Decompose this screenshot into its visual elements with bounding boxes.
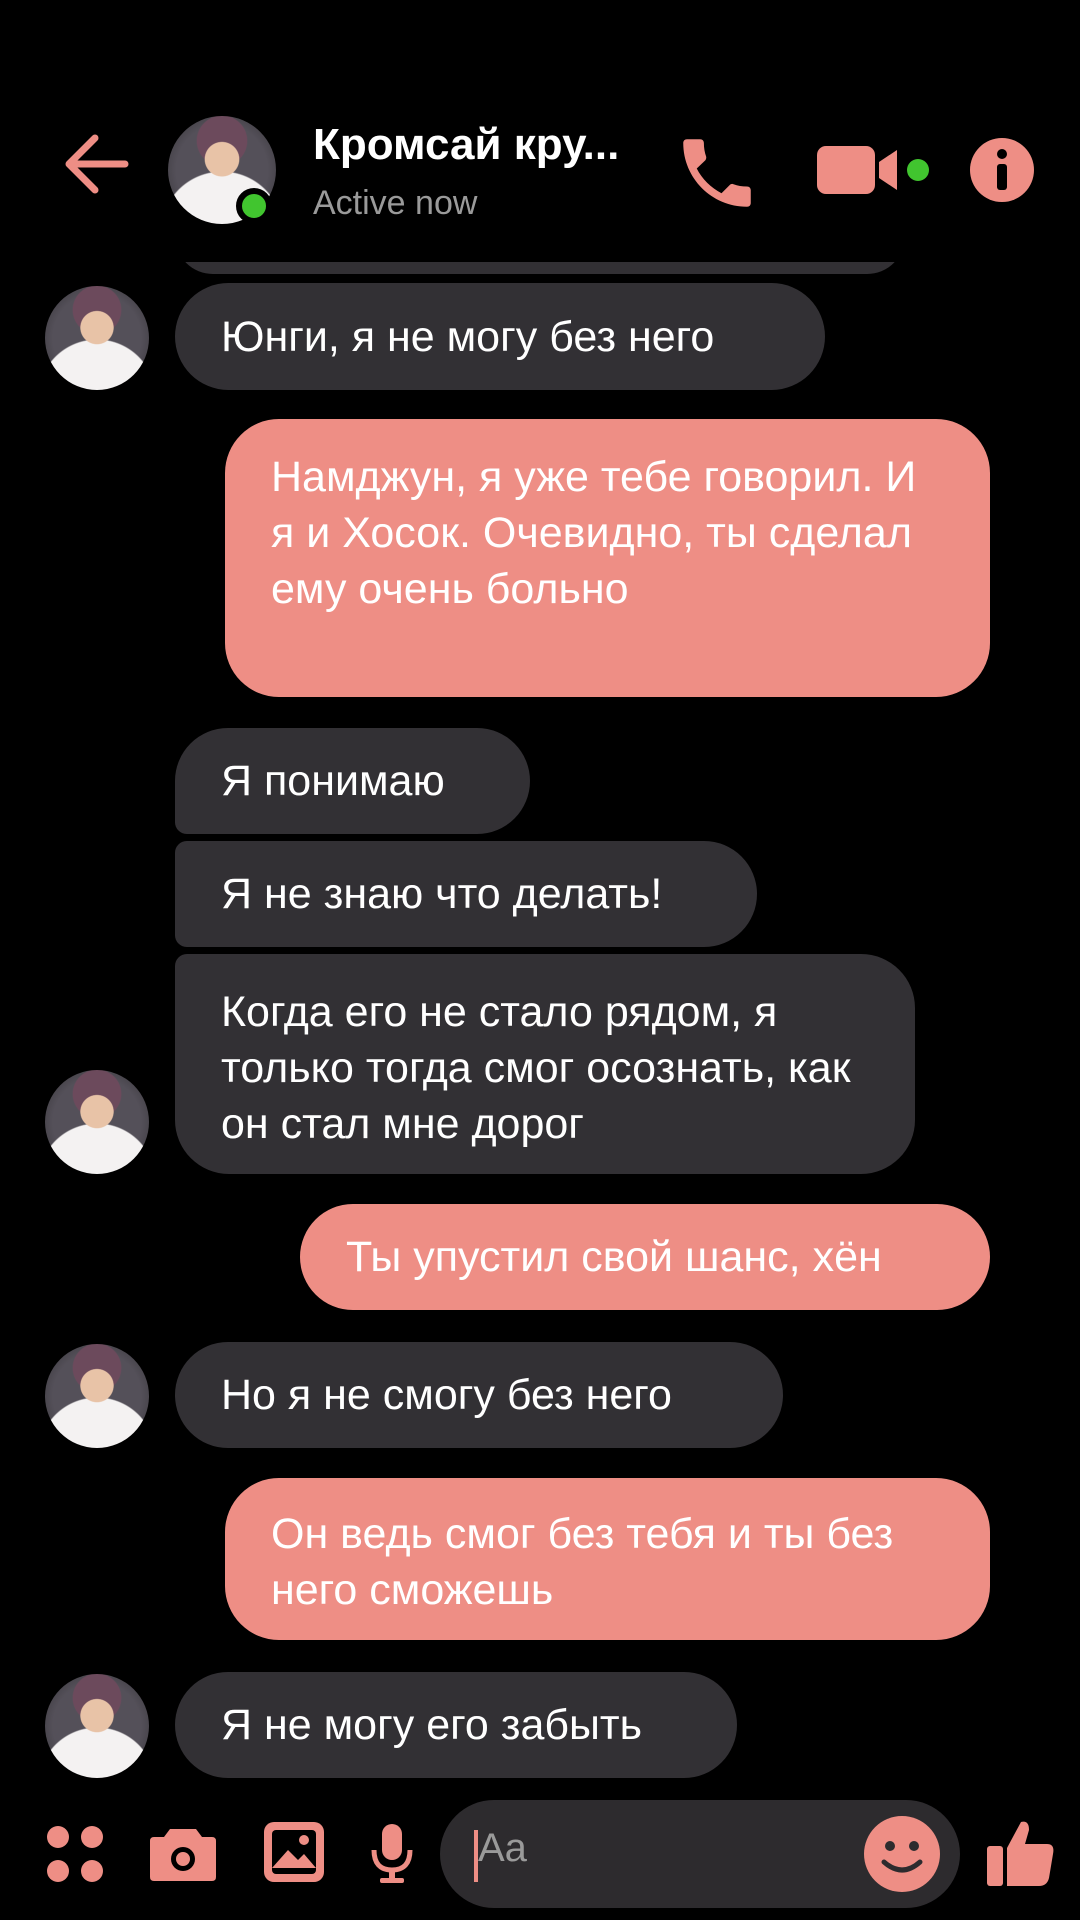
message-bubble-incoming[interactable]: Я понимаю: [175, 728, 530, 834]
message-bubble-incoming[interactable]: Но я не смогу без него: [175, 1342, 783, 1448]
sender-avatar[interactable]: [45, 286, 149, 390]
apps-icon[interactable]: [45, 1824, 105, 1884]
phone-icon[interactable]: [672, 128, 762, 218]
camera-icon[interactable]: [148, 1822, 218, 1884]
sender-avatar[interactable]: [45, 1674, 149, 1778]
message-bubble-incoming[interactable]: Я не знаю что делать!: [175, 841, 757, 947]
sender-avatar[interactable]: [45, 1070, 149, 1174]
emoji-icon[interactable]: [862, 1814, 942, 1894]
microphone-icon[interactable]: [368, 1822, 416, 1886]
active-status: Active now: [313, 184, 478, 222]
message-input[interactable]: Aa: [440, 1800, 960, 1908]
message-bubble-outgoing[interactable]: Намджун, я уже тебе говорил. И я и Хосок…: [225, 419, 990, 697]
contact-name[interactable]: Кромсай кру...: [313, 120, 619, 170]
message-bubble-incoming[interactable]: Я не могу его забыть: [175, 1672, 737, 1778]
message-bubble-outgoing[interactable]: Он ведь смог без тебя и ты без него смож…: [225, 1478, 990, 1640]
message-bubble-incoming[interactable]: Юнги, я не могу без него: [175, 283, 825, 390]
message-input-placeholder: Aa: [478, 1826, 527, 1870]
message-bubble-incoming[interactable]: Когда его не стало рядом, я только тогда…: [175, 954, 915, 1174]
info-icon[interactable]: [968, 136, 1036, 204]
message-bubble-outgoing[interactable]: Ты упустил свой шанс, хён: [300, 1204, 990, 1310]
sender-avatar[interactable]: [45, 1344, 149, 1448]
thumbs-up-icon[interactable]: [985, 1816, 1057, 1888]
back-arrow-icon[interactable]: [55, 122, 139, 206]
video-camera-icon[interactable]: [815, 140, 935, 200]
contact-avatar[interactable]: [168, 116, 276, 224]
online-indicator: [236, 188, 272, 224]
chat-header: Кромсай кру... Active now: [0, 0, 1080, 262]
gallery-icon[interactable]: [262, 1820, 326, 1884]
